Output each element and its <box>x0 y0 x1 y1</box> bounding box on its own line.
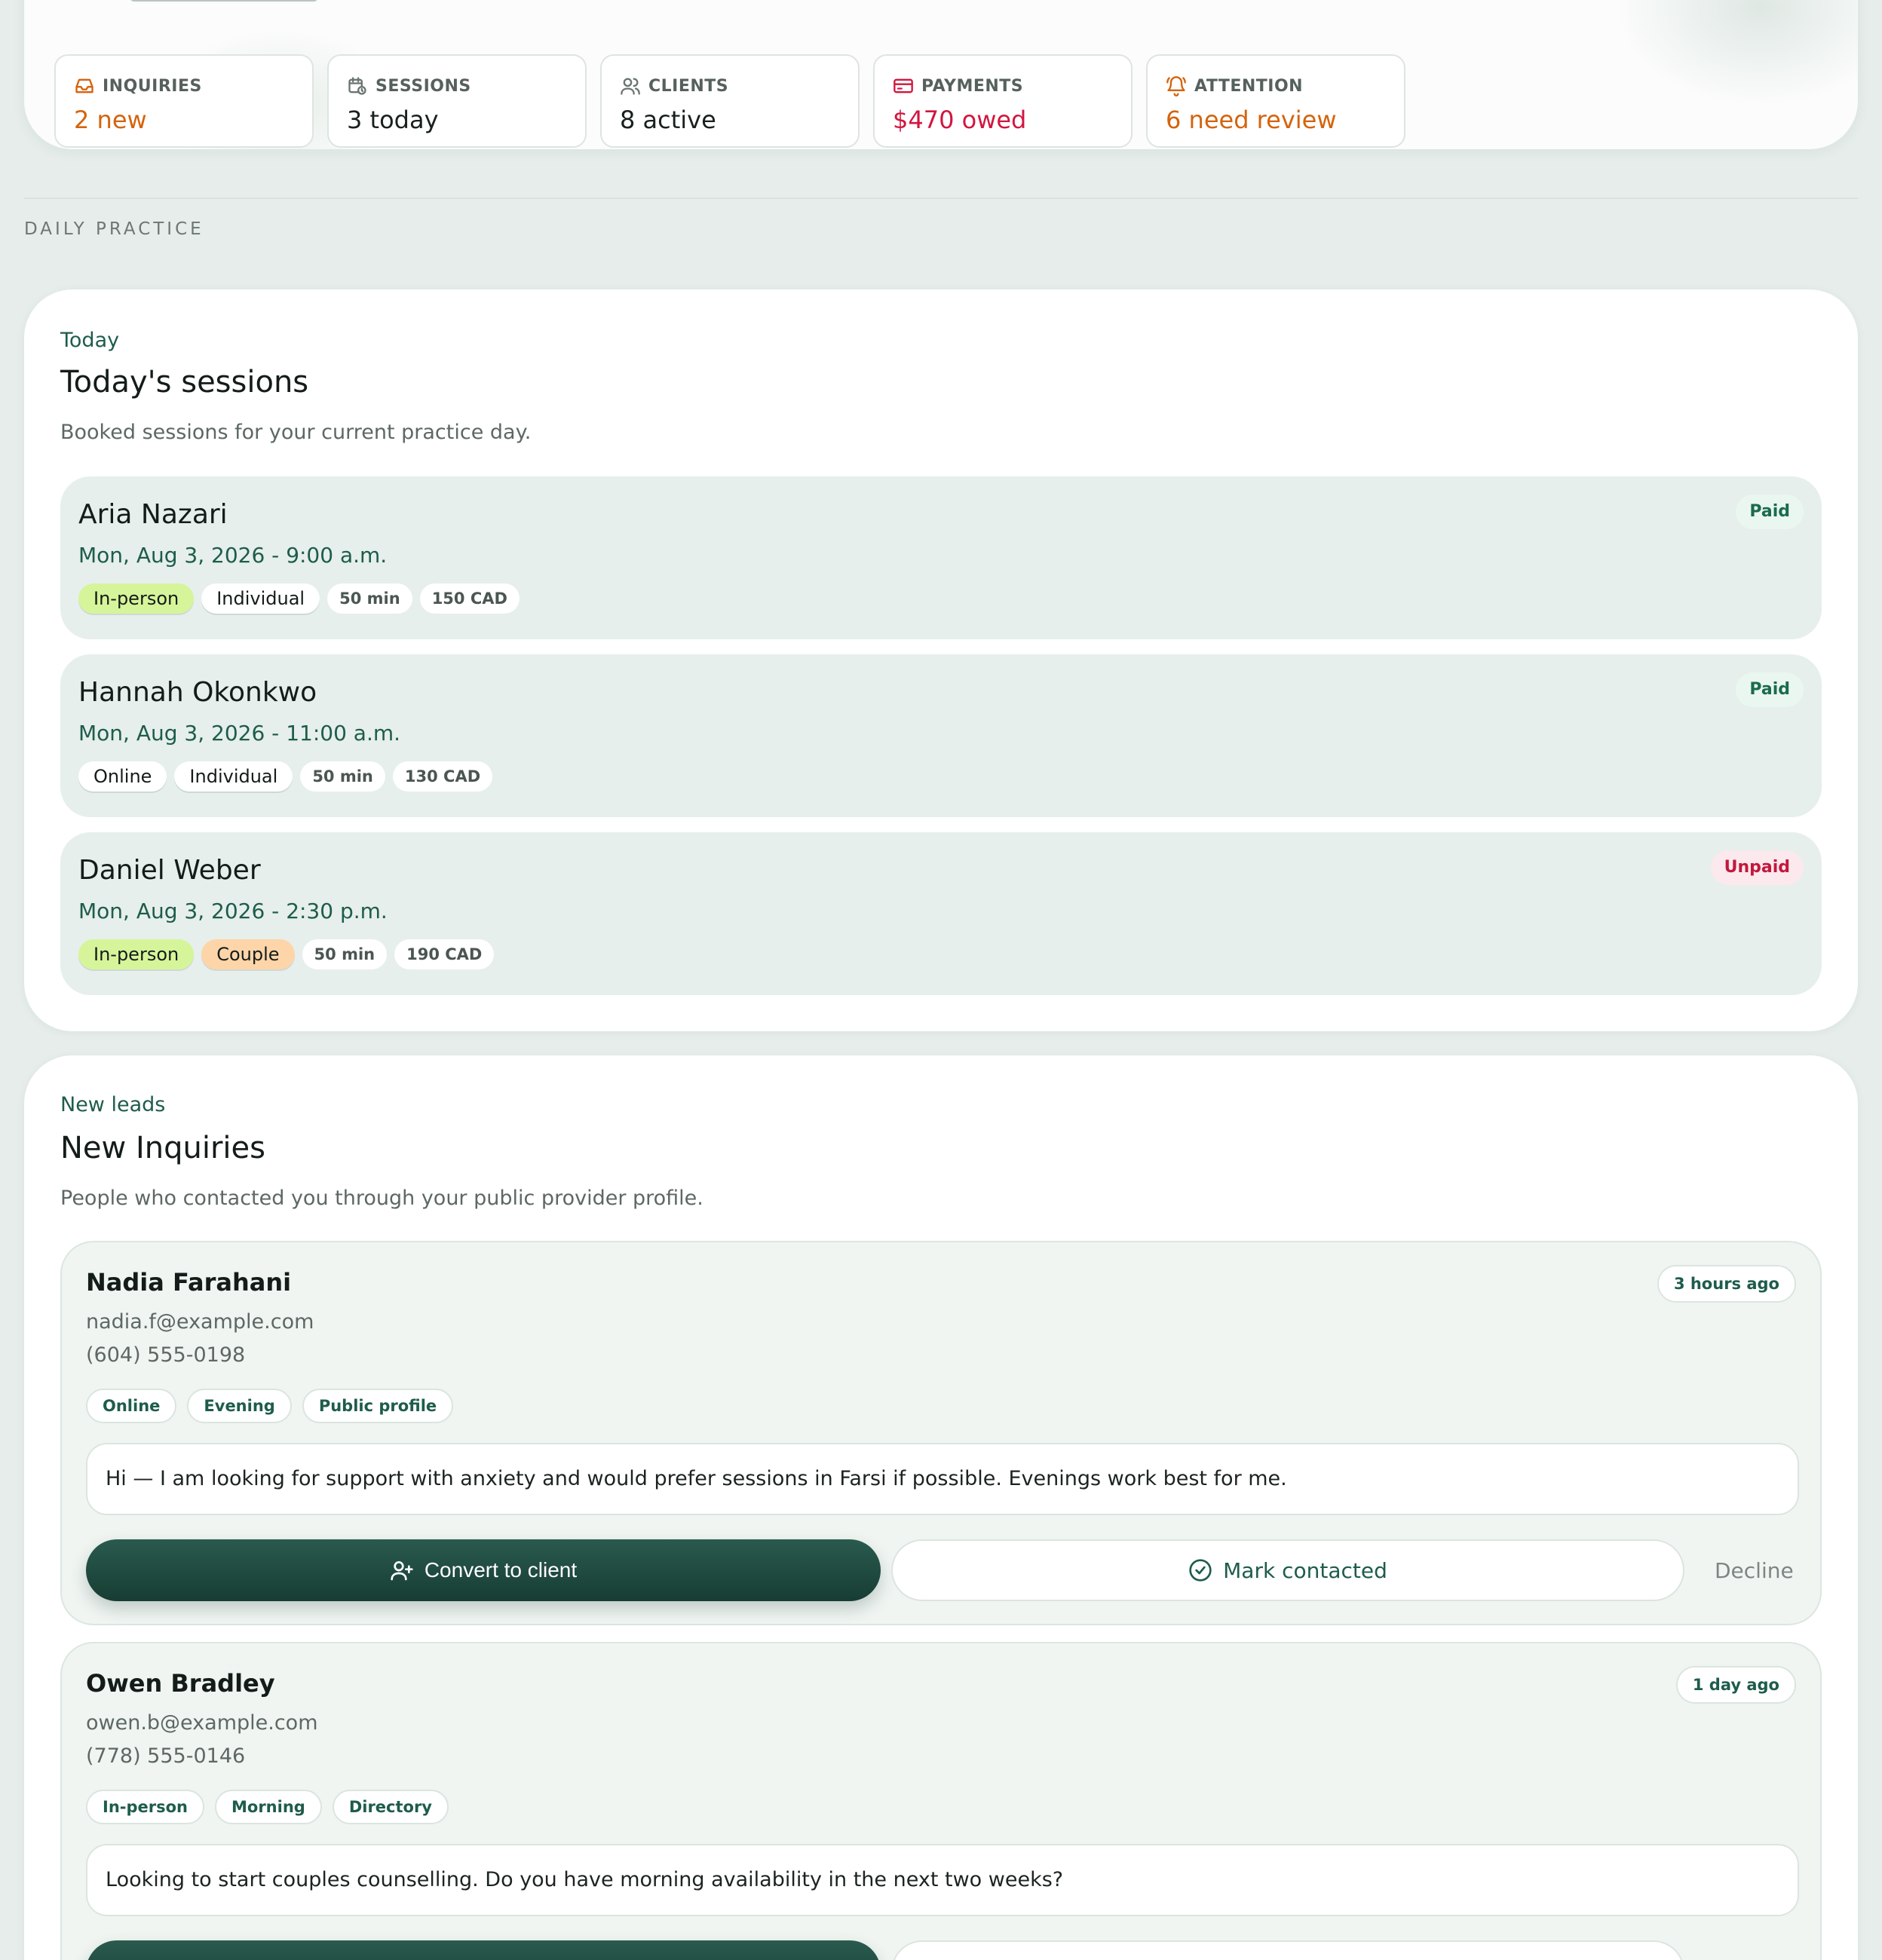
stat-label: ATTENTION <box>1194 76 1304 96</box>
status-badge: Paid <box>1736 672 1804 707</box>
mode-tag: In-person <box>78 939 195 969</box>
inquiry-card: Nadia Farahani nadia.f@example.com (604)… <box>60 1241 1822 1625</box>
inquirer-name: Nadia Farahani <box>86 1268 292 1297</box>
user-plus-icon <box>391 1561 413 1581</box>
source-tag: Public profile <box>302 1389 454 1423</box>
section-label: DAILY PRACTICE <box>24 219 204 239</box>
preference-tag: Evening <box>187 1389 292 1423</box>
button-label: Mark contacted <box>1223 1557 1387 1583</box>
panel-description: People who contacted you through your pu… <box>60 1187 703 1210</box>
inquiry-card: Owen Bradley owen.b@example.com (778) 55… <box>60 1642 1822 1960</box>
client-name: Hannah Okonkwo <box>78 677 317 708</box>
panel-title: New Inquiries <box>60 1131 265 1165</box>
stat-clients[interactable]: CLIENTS 8 active <box>600 54 860 148</box>
price-tag: 130 CAD <box>392 761 493 792</box>
preference-tag: In-person <box>86 1790 204 1824</box>
stat-value: 2 new <box>74 106 147 134</box>
mode-tag: In-person <box>78 583 195 614</box>
preference-tag: Online <box>86 1389 177 1423</box>
decorative-glow <box>1617 0 1858 106</box>
session-card[interactable]: Daniel Weber Mon, Aug 3, 2026 - 2:30 p.m… <box>60 832 1822 995</box>
panel-description: Booked sessions for your current practic… <box>60 421 532 444</box>
session-card[interactable]: Hannah Okonkwo Mon, Aug 3, 2026 - 11:00 … <box>60 654 1822 817</box>
time-ago-badge: 3 hours ago <box>1657 1265 1796 1303</box>
stat-value: 3 today <box>347 106 439 134</box>
inquiries-panel: New leads New Inquiries People who conta… <box>24 1055 1858 1960</box>
price-tag: 190 CAD <box>394 939 495 969</box>
inquirer-email[interactable]: nadia.f@example.com <box>86 1310 314 1334</box>
stat-label: INQUIRIES <box>103 76 202 96</box>
panel-kicker: New leads <box>60 1093 166 1116</box>
duration-tag: 50 min <box>300 761 385 792</box>
mark-contacted-button[interactable]: Mark contacted <box>891 1940 1684 1960</box>
client-name: Aria Nazari <box>78 499 228 530</box>
check-circle-icon <box>1189 1559 1212 1582</box>
stat-attention[interactable]: ATTENTION 6 need review <box>1146 54 1405 148</box>
mark-contacted-button[interactable]: Mark contacted <box>891 1539 1684 1601</box>
stat-label: PAYMENTS <box>921 76 1024 96</box>
time-ago-badge: 1 day ago <box>1675 1666 1796 1704</box>
inquirer-email[interactable]: owen.b@example.com <box>86 1711 318 1735</box>
source-tag: Directory <box>332 1790 449 1824</box>
stat-inquiries[interactable]: INQUIRIES 2 new <box>54 54 314 148</box>
convert-to-client-button[interactable]: Convert to client <box>86 1940 881 1960</box>
panel-title: Today's sessions <box>60 365 309 400</box>
type-tag: Couple <box>201 939 295 969</box>
users-icon <box>621 78 640 95</box>
stats-row: INQUIRIES 2 new SESSIONS 3 today CLIENTS… <box>54 54 1405 148</box>
session-card[interactable]: Aria Nazari Mon, Aug 3, 2026 - 9:00 a.m.… <box>60 476 1822 639</box>
section-divider <box>24 198 1858 199</box>
mode-tag: Online <box>78 761 167 792</box>
stat-value: $470 owed <box>893 106 1027 134</box>
status-badge: Paid <box>1736 495 1804 529</box>
credit-card-icon <box>893 78 913 93</box>
stat-value: 8 active <box>620 106 716 134</box>
convert-to-client-button[interactable]: Convert to client <box>86 1539 881 1601</box>
inquirer-phone[interactable]: (604) 555-0198 <box>86 1343 245 1367</box>
stat-label: CLIENTS <box>648 76 729 96</box>
session-time: Mon, Aug 3, 2026 - 9:00 a.m. <box>78 543 388 568</box>
inquiry-message: Hi — I am looking for support with anxie… <box>86 1443 1799 1515</box>
sessions-panel: Today Today's sessions Booked sessions f… <box>24 289 1858 1031</box>
inquirer-name: Owen Bradley <box>86 1669 275 1698</box>
inquiry-message: Looking to start couples counselling. Do… <box>86 1844 1799 1916</box>
stat-value: 6 need review <box>1166 106 1337 134</box>
inquirer-phone[interactable]: (778) 555-0146 <box>86 1744 245 1768</box>
calendar-clock-icon <box>348 77 366 95</box>
duration-tag: 50 min <box>327 583 412 614</box>
button-label: Convert to client <box>424 1558 578 1582</box>
session-time: Mon, Aug 3, 2026 - 2:30 p.m. <box>78 899 388 923</box>
bell-ring-icon <box>1166 76 1186 96</box>
type-tag: Individual <box>201 583 320 614</box>
status-badge: Unpaid <box>1710 850 1804 885</box>
duration-tag: 50 min <box>302 939 388 969</box>
stat-payments[interactable]: PAYMENTS $470 owed <box>873 54 1133 148</box>
decorative-bar <box>130 0 318 2</box>
stat-sessions[interactable]: SESSIONS 3 today <box>327 54 587 148</box>
inbox-icon <box>75 78 93 93</box>
price-tag: 150 CAD <box>419 583 520 614</box>
session-time: Mon, Aug 3, 2026 - 11:00 a.m. <box>78 721 401 746</box>
panel-kicker: Today <box>60 329 120 352</box>
client-name: Daniel Weber <box>78 855 261 886</box>
stat-label: SESSIONS <box>375 76 471 96</box>
preference-tag: Morning <box>215 1790 322 1824</box>
type-tag: Individual <box>174 761 293 792</box>
decline-button[interactable]: Decline <box>1715 1558 1794 1583</box>
